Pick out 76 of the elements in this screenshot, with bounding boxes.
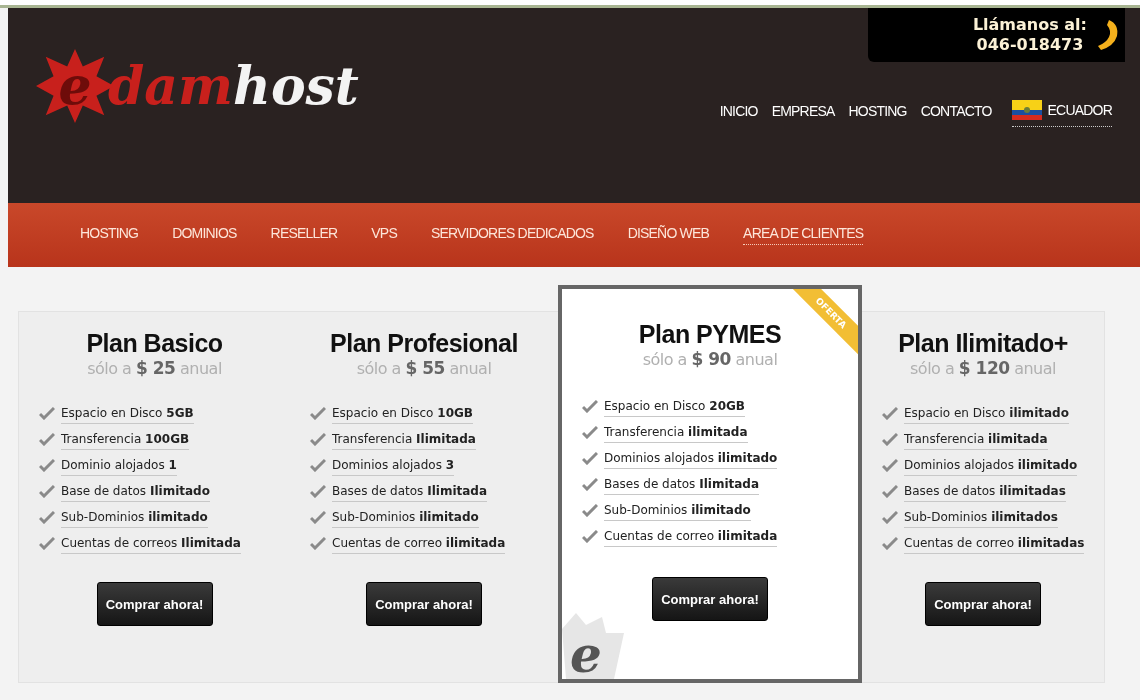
nav-link[interactable]: INICIO (719, 102, 758, 119)
nav-link[interactable]: SERVIDORES DEDICADOS (430, 225, 594, 245)
feature-text: Espacio en Disco 10GB (332, 406, 473, 424)
check-icon (882, 433, 898, 446)
feature-text: Cuentas de correo ilimitada (604, 529, 778, 547)
buy-button[interactable]: Comprar ahora! (652, 577, 768, 621)
check-icon (582, 400, 598, 413)
nav-link[interactable]: HOSTING (848, 102, 907, 119)
feature-text: Cuentas de correo ilimitada (332, 536, 506, 554)
flag-icon (1011, 100, 1042, 120)
check-icon (882, 511, 898, 524)
plan-title: Plan Profesional (330, 328, 518, 358)
nav-link[interactable]: DISEÑO WEB (627, 225, 710, 245)
check-icon (582, 530, 598, 543)
feature-text: Sub-Dominios ilimitados (904, 510, 1058, 528)
feature-text: Espacio en Disco 5GB (61, 406, 194, 424)
check-icon (882, 407, 898, 420)
check-icon (310, 407, 326, 420)
check-icon (310, 485, 326, 498)
check-icon (39, 459, 55, 472)
plan-price: sólo a $ 55 anual (356, 358, 492, 378)
phone-number: 046-018473 (976, 35, 1084, 55)
feature-text: Espacio en Disco ilimitado (904, 406, 1069, 424)
check-icon (582, 478, 598, 491)
feature-text: Dominios alojados 3 (332, 458, 455, 476)
check-icon (882, 537, 898, 550)
logo[interactable]: e damhost (36, 46, 359, 125)
check-icon (39, 407, 55, 420)
feature-text: Transferencia ilimitada (904, 432, 1048, 450)
check-icon (582, 452, 598, 465)
nav-link[interactable]: EMPRESA (771, 102, 835, 119)
feature-text: Sub-Dominios ilimitado (604, 503, 751, 521)
check-icon (310, 433, 326, 446)
buy-button[interactable]: Comprar ahora! (925, 582, 1041, 626)
feature-text: Transferencia Ilimitada (332, 432, 476, 450)
buy-button[interactable]: Comprar ahora! (366, 582, 482, 626)
nav-link[interactable]: RESELLER (270, 225, 338, 245)
buy-button[interactable]: Comprar ahora! (96, 582, 213, 626)
feature-text: Espacio en Disco 20GB (604, 399, 745, 417)
nav-link[interactable]: AREA DE CLIENTES (743, 225, 864, 245)
check-icon (582, 504, 598, 517)
feature-text: Bases de datos ilimitadas (904, 484, 1066, 502)
check-icon (39, 537, 55, 550)
feature-text: Sub-Dominios ilimitado (332, 510, 479, 528)
check-icon (39, 511, 55, 524)
plan-title: Plan Basico (86, 328, 223, 358)
nav-link[interactable]: DOMINIOS (172, 225, 237, 245)
check-icon (39, 485, 55, 498)
check-icon (39, 433, 55, 446)
check-icon (310, 511, 326, 524)
check-icon (310, 459, 326, 472)
feature-text: Bases de datos Ilimitada (332, 484, 488, 502)
plan-price: sólo a $ 120 anual (910, 358, 1056, 378)
check-icon (882, 485, 898, 498)
check-icon (582, 426, 598, 439)
feature-text: Cuentas de correos Ilimitada (61, 536, 241, 554)
plan-title: Plan PYMES (638, 319, 782, 349)
feature-text: Base de datos Ilimitado (61, 484, 210, 502)
feature-text: Transferencia ilimitada (604, 425, 748, 443)
plan-price: sólo a $ 90 anual (642, 349, 778, 369)
feature-text: Cuentas de correo ilimitadas (904, 536, 1085, 554)
feature-text: Transferencia 100GB (61, 432, 190, 450)
plan-price: sólo a $ 25 anual (87, 358, 222, 378)
feature-text: Dominio alojados 1 (61, 458, 177, 476)
phone-label: Llámanos al: (972, 15, 1087, 35)
feature-text: Dominios alojados ilimitado (604, 451, 778, 469)
nav-link[interactable]: CONTACTO (920, 102, 992, 119)
check-icon (310, 537, 326, 550)
nav-link[interactable]: HOSTING (80, 225, 139, 245)
nav-link[interactable]: VPS (371, 225, 397, 245)
feature-text: Bases de datos Ilimitada (604, 477, 760, 495)
feature-text: Sub-Dominios ilimitado (61, 510, 208, 528)
feature-text: Dominios alojados ilimitado (904, 458, 1078, 476)
plan-title: Plan Ilimitado+ (898, 328, 1068, 358)
country-selector[interactable]: ECUADOR (1011, 100, 1112, 127)
check-icon (882, 459, 898, 472)
